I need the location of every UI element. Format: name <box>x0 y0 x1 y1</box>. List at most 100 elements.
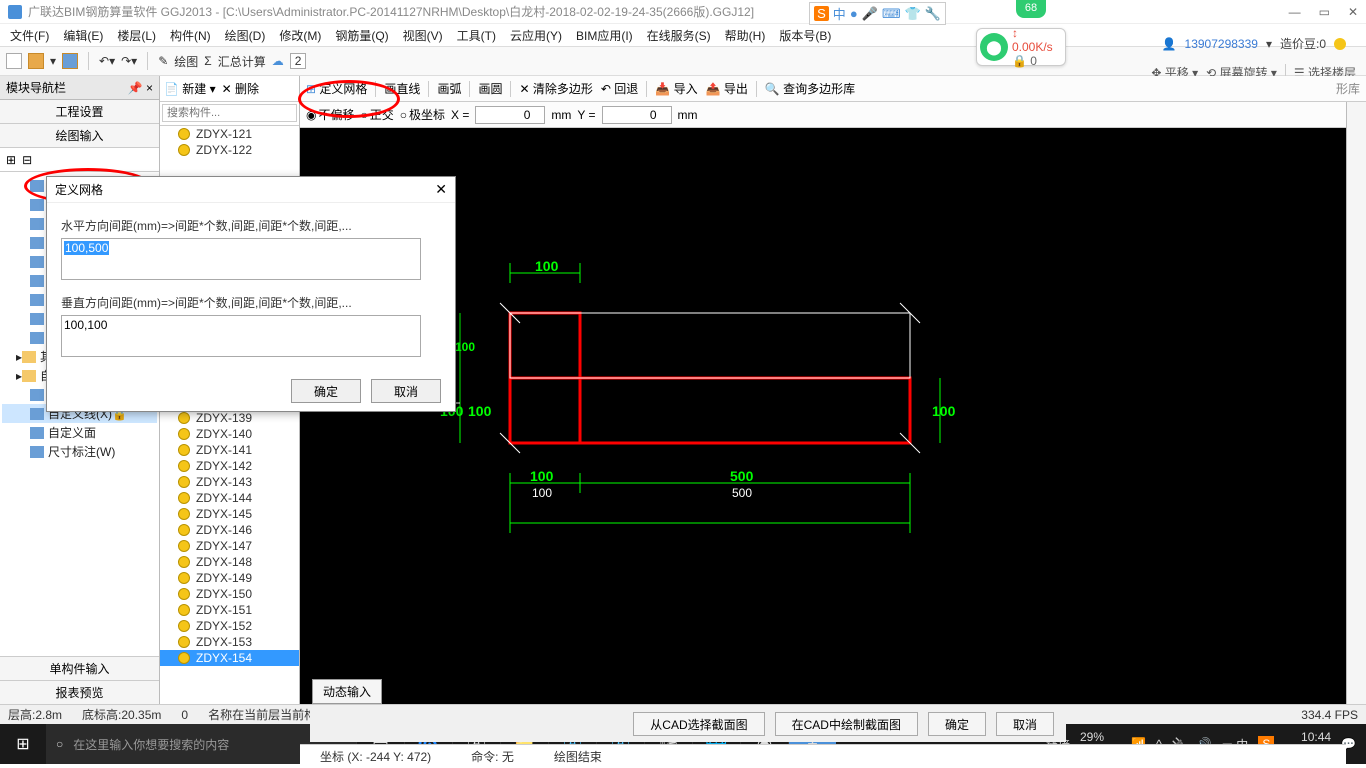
dim-b1w: 100 <box>532 486 552 500</box>
cad-select-button[interactable]: 从CAD选择截面图 <box>633 712 764 736</box>
comp-item[interactable]: ZDYX-151 <box>160 602 299 618</box>
user-id[interactable]: 13907298339 <box>1185 37 1258 51</box>
menu-bim[interactable]: BIM应用(I) <box>570 25 639 46</box>
ime-keyboard-icon[interactable]: ⌨ <box>882 6 901 22</box>
open-icon[interactable] <box>28 53 44 69</box>
comp-item[interactable]: ZDYX-147 <box>160 538 299 554</box>
comp-item[interactable]: ZDYX-154 <box>160 650 299 666</box>
dynamic-input-button[interactable]: 动态输入 <box>312 679 382 704</box>
draw-tool-icon[interactable]: ✎ <box>158 54 168 68</box>
menu-version[interactable]: 版本号(B) <box>773 25 837 46</box>
comp-item[interactable]: ZDYX-141 <box>160 442 299 458</box>
tree-item[interactable]: 自定义面 <box>2 423 157 442</box>
ime-cn[interactable]: 中 <box>833 4 846 23</box>
ime-tool-icon[interactable]: 🔧 <box>925 6 941 22</box>
coin-icon <box>1334 38 1346 50</box>
ime-punct[interactable]: ● <box>850 6 858 21</box>
nav-pin-icon[interactable]: 📌 × <box>128 81 153 95</box>
menu-online[interactable]: 在线服务(S) <box>641 25 717 46</box>
ime-mic-icon[interactable]: 🎤 <box>862 6 878 22</box>
define-grid-button[interactable]: ⊞ 定义网格 <box>306 80 367 97</box>
comp-item[interactable]: ZDYX-142 <box>160 458 299 474</box>
comp-item[interactable]: ZDYX-148 <box>160 554 299 570</box>
nav-tab-project[interactable]: 工程设置 <box>0 100 159 124</box>
menu-component[interactable]: 构件(N) <box>164 25 217 46</box>
comp-item[interactable]: ZDYX-150 <box>160 586 299 602</box>
dialog-ok-button[interactable]: 确定 <box>291 379 361 403</box>
comp-item[interactable]: ZDYX-139 <box>160 410 299 426</box>
comp-item[interactable]: ZDYX-153 <box>160 634 299 650</box>
sum-label[interactable]: 汇总计算 <box>218 53 266 70</box>
draw-line[interactable]: 画直线 <box>384 80 420 97</box>
comp-item[interactable]: ZDYX-121 <box>160 126 299 142</box>
close-button[interactable]: ✕ <box>1348 5 1358 19</box>
drawing-canvas[interactable]: 100 100 100 100 100 100 100 500 500 <box>300 128 1366 704</box>
menu-help[interactable]: 帮助(H) <box>719 25 772 46</box>
coord-y-input[interactable] <box>602 106 672 124</box>
draw-circle[interactable]: 画圆 <box>478 80 502 97</box>
shape-lib[interactable]: 形库 <box>1336 80 1360 97</box>
ime-skin-icon[interactable]: 👕 <box>905 6 921 22</box>
minimize-button[interactable]: — <box>1289 5 1301 19</box>
radio-nomove[interactable]: ◉ 不偏移 <box>306 106 355 123</box>
draw-label[interactable]: 绘图 <box>174 53 198 70</box>
dialog-cancel-button[interactable]: 取消 <box>371 379 441 403</box>
radio-polar[interactable]: ○ 极坐标 <box>400 106 445 123</box>
cad-draw-button[interactable]: 在CAD中绘制截面图 <box>775 712 918 736</box>
dim-b2: 500 <box>730 468 753 484</box>
tree-item[interactable]: 尺寸标注(W) <box>2 442 157 461</box>
window-controls: — ▭ ✕ <box>1289 5 1358 19</box>
maximize-button[interactable]: ▭ <box>1319 5 1330 19</box>
menu-edit[interactable]: 编辑(E) <box>57 25 109 46</box>
comp-del[interactable]: ✕ 删除 <box>222 80 259 97</box>
menu-view[interactable]: 视图(V) <box>397 25 449 46</box>
draw-arc[interactable]: 画弧 <box>437 80 461 97</box>
h-spacing-value[interactable]: 100,500 <box>64 241 109 255</box>
undo-poly[interactable]: ↶ 回退 <box>601 80 638 97</box>
save-icon[interactable] <box>62 53 78 69</box>
comp-item[interactable]: ZDYX-140 <box>160 426 299 442</box>
export-btn[interactable]: 📤 导出 <box>706 80 748 97</box>
comp-item[interactable]: ZDYX-144 <box>160 490 299 506</box>
comp-item[interactable]: ZDYX-145 <box>160 506 299 522</box>
ime-toolbar[interactable]: S 中 ● 🎤 ⌨ 👕 🔧 <box>809 2 946 25</box>
menu-cloud[interactable]: 云应用(Y) <box>504 25 568 46</box>
menu-modify[interactable]: 修改(M) <box>273 25 327 46</box>
collapse-icon[interactable]: ⊟ <box>22 153 32 167</box>
menu-floor[interactable]: 楼层(L) <box>111 25 162 46</box>
comp-item[interactable]: ZDYX-149 <box>160 570 299 586</box>
comp-item[interactable]: ZDYX-143 <box>160 474 299 490</box>
radio-ortho[interactable]: ○ 正交 <box>361 106 394 123</box>
nav-bottom-report[interactable]: 报表预览 <box>0 680 159 704</box>
start-button[interactable]: ⊞ <box>0 724 46 764</box>
menu-draw[interactable]: 绘图(D) <box>219 25 272 46</box>
clear-poly[interactable]: ✕ 清除多边形 <box>519 80 592 97</box>
menu-rebar[interactable]: 钢筋量(Q) <box>329 25 394 46</box>
menu-file[interactable]: 文件(F) <box>4 25 55 46</box>
undo-icon[interactable]: ↶▾ <box>99 54 115 68</box>
dim-mid2: 100 <box>468 403 491 419</box>
nav-bottom-single[interactable]: 单构件输入 <box>0 656 159 680</box>
expand-icon[interactable]: ⊞ <box>6 153 16 167</box>
import-btn[interactable]: 📥 导入 <box>655 80 697 97</box>
comp-item[interactable]: ZDYX-152 <box>160 618 299 634</box>
redo-icon[interactable]: ↷▾ <box>121 54 137 68</box>
coord-x-input[interactable] <box>475 106 545 124</box>
v-spacing-value[interactable]: 100,100 <box>64 318 107 332</box>
comp-item[interactable]: ZDYX-146 <box>160 522 299 538</box>
query-poly[interactable]: 🔍 查询多边形库 <box>765 80 855 97</box>
cad-cancel-button[interactable]: 取消 <box>996 712 1054 736</box>
dialog-close-icon[interactable]: ✕ <box>435 181 447 198</box>
menu-tool[interactable]: 工具(T) <box>451 25 502 46</box>
cloud-check-icon[interactable]: ☁ <box>272 54 284 68</box>
ime-sogou-icon[interactable]: S <box>814 6 829 21</box>
comp-search-input[interactable] <box>162 104 297 122</box>
comp-item[interactable]: ZDYX-122 <box>160 142 299 158</box>
nav-tab-draw[interactable]: 绘图输入 <box>0 124 159 148</box>
v-spacing-label: 垂直方向间距(mm)=>间距*个数,间距,间距*个数,间距,... <box>61 294 441 311</box>
right-sidebar[interactable] <box>1346 76 1366 704</box>
cad-ok-button[interactable]: 确定 <box>928 712 986 736</box>
network-widget[interactable]: ⬤ ↕ 0.00K/s 🔒 0 <box>976 28 1066 66</box>
comp-new[interactable]: 📄 新建 ▾ <box>164 80 216 97</box>
new-icon[interactable] <box>6 53 22 69</box>
